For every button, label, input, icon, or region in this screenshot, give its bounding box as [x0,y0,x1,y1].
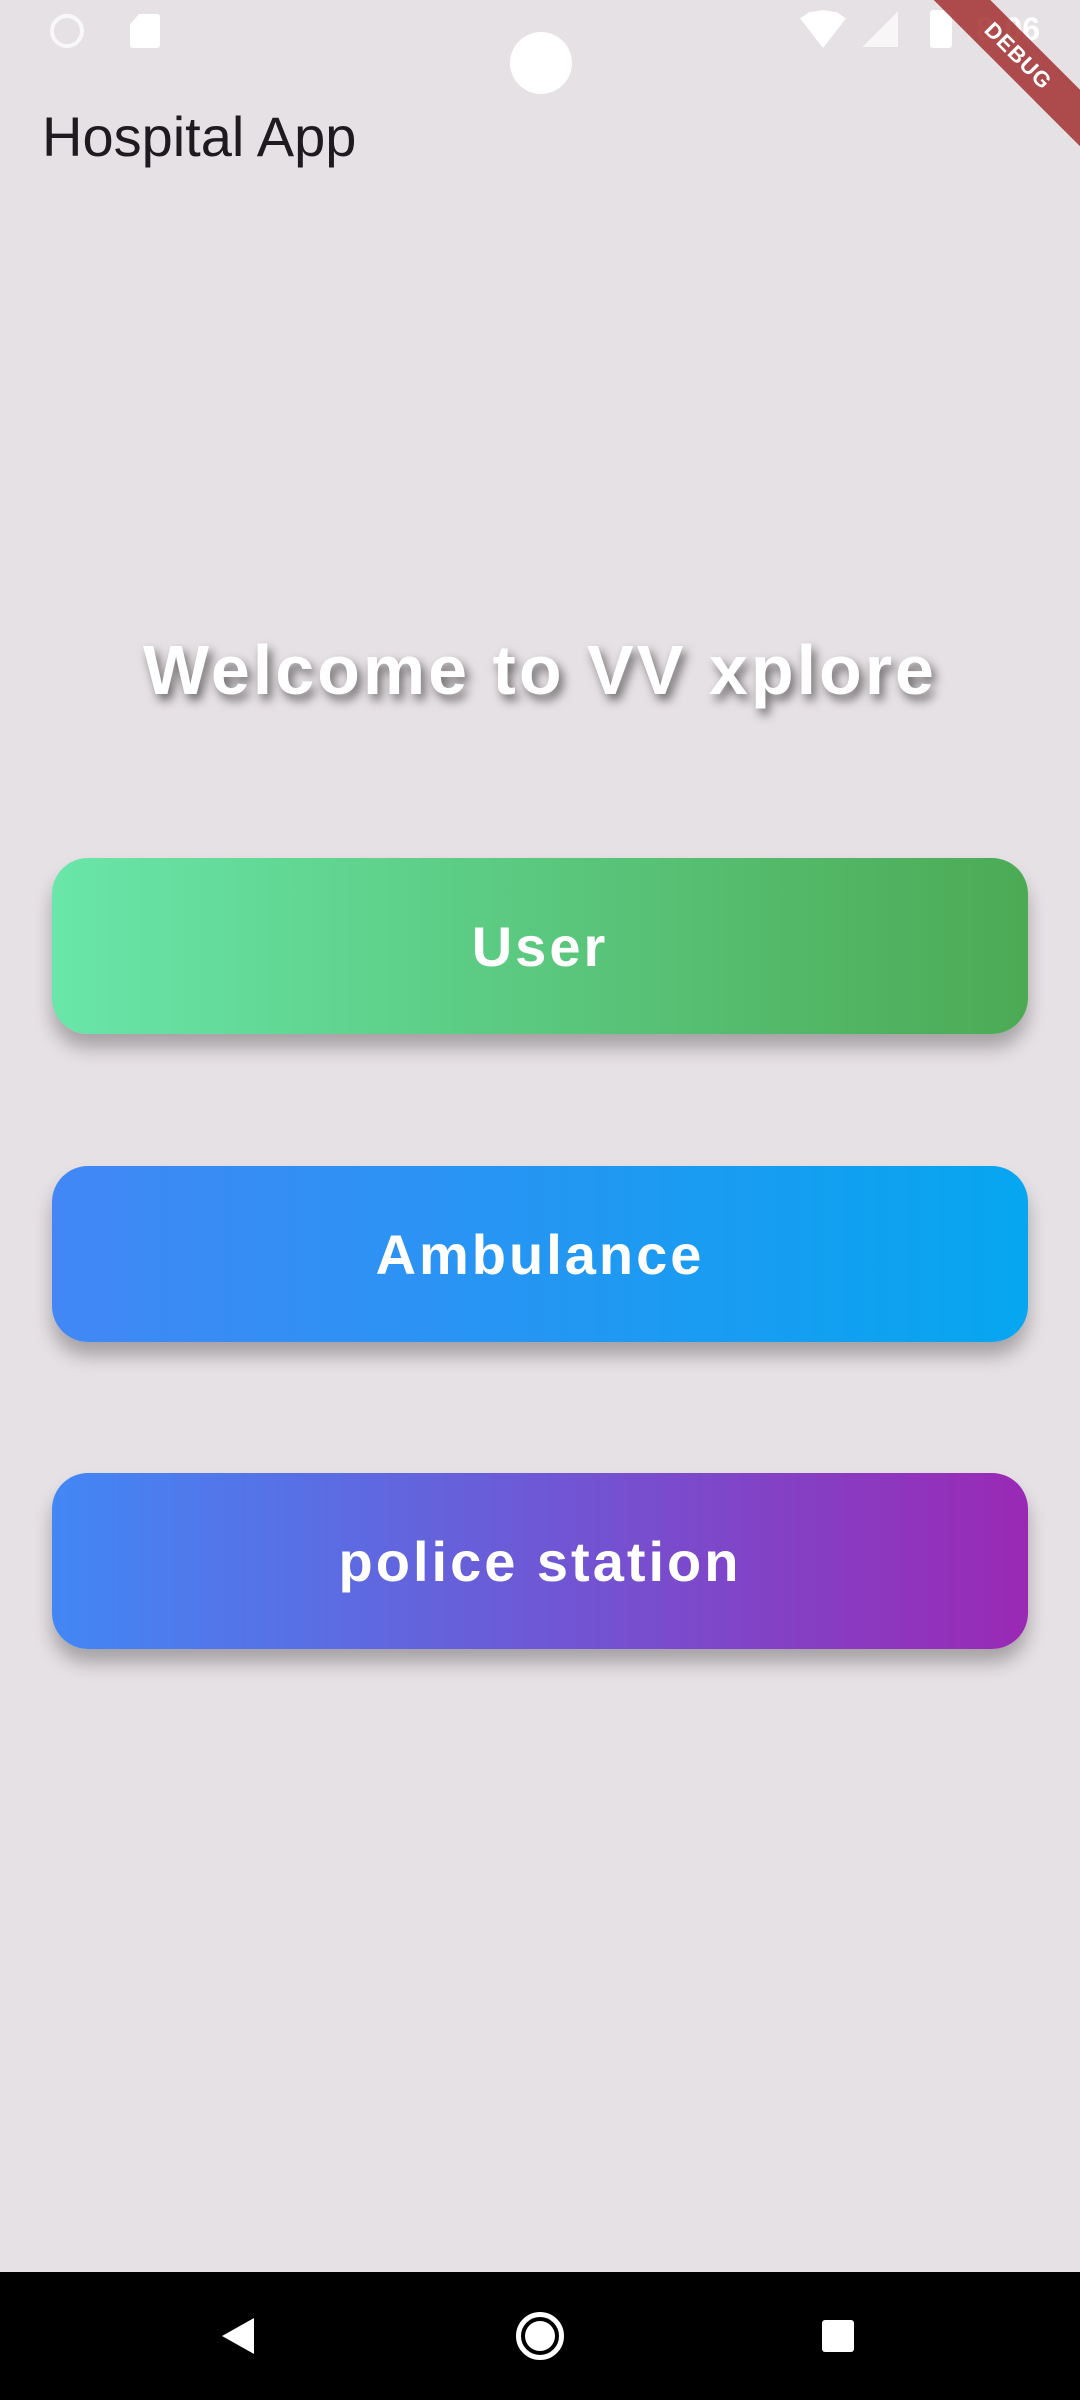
status-left [50,14,160,48]
app-title: Hospital App [42,105,357,168]
police-station-button[interactable]: police station [52,1473,1028,1649]
notification-dot-icon [50,14,84,48]
screen: 8:06 DEBUG Hospital App Welcome to VV xp… [0,0,1080,2400]
home-icon[interactable] [516,2312,564,2360]
ambulance-button[interactable]: Ambulance [52,1166,1028,1342]
app-bar: Hospital App [0,62,1080,208]
cell-signal-icon [861,11,898,47]
welcome-heading: Welcome to VV xplore [143,631,937,709]
user-button[interactable]: User [52,858,1028,1034]
home-icon-inner [525,2321,555,2351]
wifi-icon [799,10,846,48]
sd-card-icon [130,14,160,48]
navigation-bar [0,2272,1080,2400]
recents-icon[interactable] [822,2320,854,2352]
back-icon[interactable] [222,2318,254,2354]
